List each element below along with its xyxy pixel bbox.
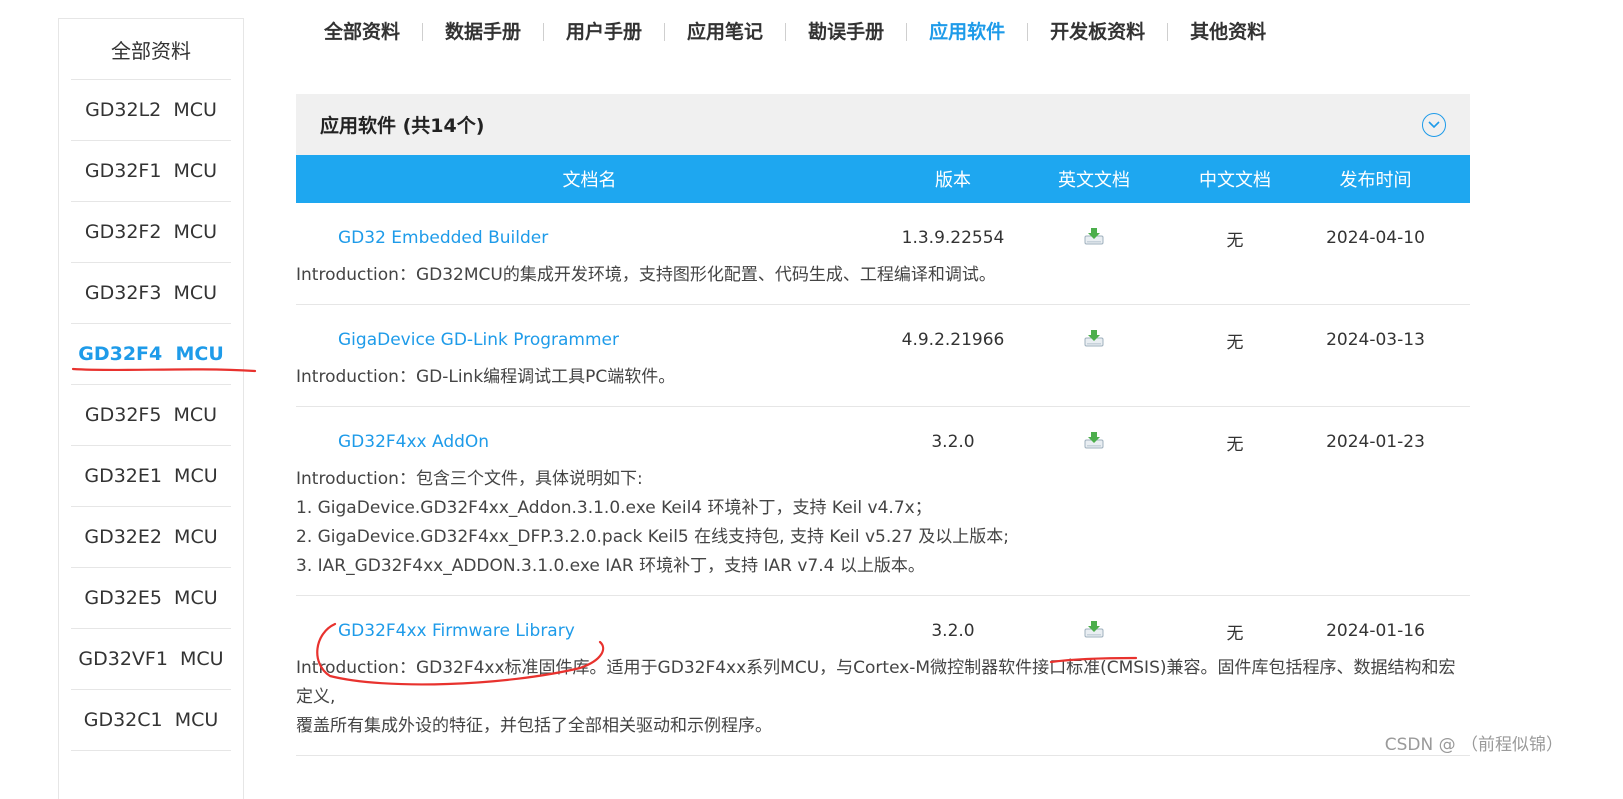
sidebar-item-gd32l2[interactable]: GD32L2 MCU	[71, 80, 231, 141]
sidebar-title[interactable]: 全部资料	[71, 19, 231, 80]
sidebar-item-gd32f3[interactable]: GD32F3 MCU	[71, 263, 231, 324]
doc-version: 1.3.9.22554	[901, 228, 1005, 248]
cn-doc-value: 无	[1226, 434, 1244, 455]
column-header-date: 发布时间	[1339, 170, 1412, 191]
table-row: GigaDevice GD-Link Programmer 4.9.2.2196…	[296, 305, 1470, 407]
sidebar-item-gd32f4[interactable]: GD32F4 MCU	[71, 324, 231, 385]
table-header: 文档名 版本 英文文档 中文文档 发布时间	[296, 155, 1470, 203]
doc-intro: Introduction：GD-Link编程调试工具PC端软件。	[296, 363, 1470, 406]
tab-all-docs[interactable]: 全部资料	[296, 14, 422, 50]
tab-datasheets[interactable]: 数据手册	[423, 14, 543, 50]
download-icon[interactable]	[1084, 431, 1104, 454]
intro-line: Introduction：GD32MCU的集成开发环境，支持图形化配置、代码生成…	[296, 265, 996, 285]
chevron-down-circle-icon[interactable]	[1422, 112, 1446, 137]
doc-name-link[interactable]: GD32F4xx AddOn	[338, 432, 489, 452]
intro-line: 3. IAR_GD32F4xx_ADDON.3.1.0.exe IAR 环境补丁…	[296, 556, 925, 576]
sidebar-item-gd32f5[interactable]: GD32F5 MCU	[71, 385, 231, 446]
intro-line: 2. GigaDevice.GD32F4xx_DFP.3.2.0.pack Ke…	[296, 527, 1010, 547]
column-header-en-doc: 英文文档	[1058, 170, 1130, 191]
intro-line: 覆盖所有集成外设的特征，并包括了全部相关驱动和示例程序。	[296, 716, 772, 736]
intro-line: 1. GigaDevice.GD32F4xx_Addon.3.1.0.exe K…	[296, 498, 932, 518]
doc-intro: Introduction：GD32MCU的集成开发环境，支持图形化配置、代码生成…	[296, 261, 1470, 304]
tab-app-software[interactable]: 应用软件	[907, 14, 1027, 50]
software-panel: 应用软件 (共14个) 文档名 版本 英文文档 中文文档 发布时间 GD32 E…	[296, 94, 1470, 756]
tab-dev-board[interactable]: 开发板资料	[1028, 14, 1167, 50]
tab-user-manuals[interactable]: 用户手册	[544, 14, 664, 50]
cn-doc-value: 无	[1226, 623, 1244, 644]
sidebar-item-gd32e1[interactable]: GD32E1 MCU	[71, 446, 231, 507]
column-header-name: 文档名	[562, 170, 617, 191]
tab-app-notes[interactable]: 应用笔记	[665, 14, 785, 50]
doc-name-link[interactable]: GigaDevice GD-Link Programmer	[338, 330, 619, 350]
sidebar: 全部资料 GD32L2 MCU GD32F1 MCU GD32F2 MCU GD…	[58, 18, 244, 799]
watermark: CSDN @ （前程似锦）	[1384, 735, 1563, 755]
doc-version: 3.2.0	[931, 432, 975, 452]
sidebar-item-gd32e2[interactable]: GD32E2 MCU	[71, 507, 231, 568]
intro-line: Introduction：GD32F4xx标准固件库。适用于GD32F4xx系列…	[296, 658, 1456, 707]
download-icon[interactable]	[1084, 227, 1104, 250]
panel-title: 应用软件 (共14个)	[320, 115, 485, 137]
intro-line: Introduction：GD-Link编程调试工具PC端软件。	[296, 367, 676, 387]
column-header-version: 版本	[935, 170, 971, 191]
doc-intro: Introduction：GD32F4xx标准固件库。适用于GD32F4xx系列…	[296, 654, 1470, 755]
doc-version: 4.9.2.21966	[901, 330, 1005, 350]
column-header-cn-doc: 中文文档	[1199, 170, 1271, 191]
table-row: GD32 Embedded Builder 1.3.9.22554 无 2024…	[296, 203, 1470, 305]
doc-name-link[interactable]: GD32 Embedded Builder	[338, 228, 548, 248]
tab-errata[interactable]: 勘误手册	[786, 14, 906, 50]
doc-intro: Introduction：包含三个文件，具体说明如下: 1. GigaDevic…	[296, 465, 1470, 595]
doc-version: 3.2.0	[931, 621, 975, 641]
sidebar-item-gd32f1[interactable]: GD32F1 MCU	[71, 141, 231, 202]
table-row: GD32F4xx Firmware Library 3.2.0 无 2024-0…	[296, 596, 1470, 756]
intro-line: Introduction：包含三个文件，具体说明如下:	[296, 469, 643, 489]
panel-header: 应用软件 (共14个)	[296, 94, 1470, 155]
doc-date: 2024-01-23	[1326, 432, 1425, 452]
sidebar-item-gd32f2[interactable]: GD32F2 MCU	[71, 202, 231, 263]
tab-other-docs[interactable]: 其他资料	[1168, 14, 1288, 50]
category-tabs: 全部资料 数据手册 用户手册 应用笔记 勘误手册 应用软件 开发板资料 其他资料	[296, 14, 1288, 50]
cn-doc-value: 无	[1226, 230, 1244, 251]
doc-date: 2024-03-13	[1326, 330, 1425, 350]
doc-name-link[interactable]: GD32F4xx Firmware Library	[338, 621, 575, 641]
cn-doc-value: 无	[1226, 332, 1244, 353]
table-row: GD32F4xx AddOn 3.2.0 无 2024-01-23 Introd…	[296, 407, 1470, 596]
download-icon[interactable]	[1084, 620, 1104, 643]
sidebar-item-gd32c1[interactable]: GD32C1 MCU	[71, 690, 231, 751]
sidebar-item-gd32e5[interactable]: GD32E5 MCU	[71, 568, 231, 629]
doc-date: 2024-01-16	[1326, 621, 1425, 641]
download-icon[interactable]	[1084, 329, 1104, 352]
doc-date: 2024-04-10	[1326, 228, 1425, 248]
sidebar-item-gd32vf1[interactable]: GD32VF1 MCU	[71, 629, 231, 690]
